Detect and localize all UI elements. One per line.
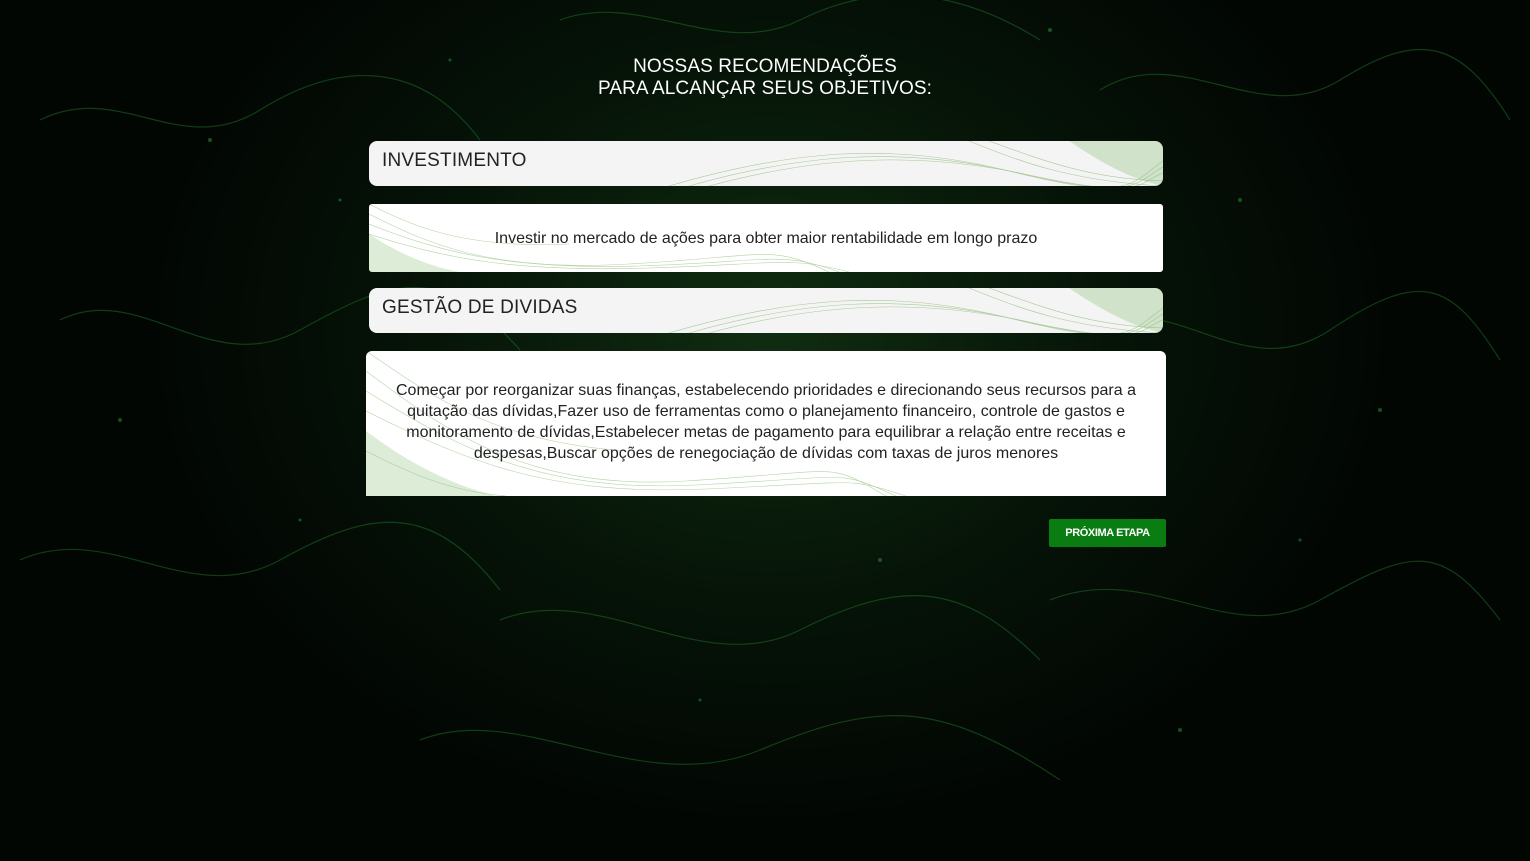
next-step-button[interactable]: PRÓXIMA ETAPA [1049, 519, 1166, 547]
recommendation-text-investimento: Investir no mercado de ações para obter … [369, 204, 1163, 272]
recommendation-heading-gestao-de-dividas: GESTÃO DE DIVIDAS [369, 288, 1163, 333]
recommendation-heading-label: INVESTIMENTO [382, 150, 527, 171]
page-title: NOSSAS RECOMENDAÇÕES PARA ALCANÇAR SEUS … [465, 56, 1065, 100]
page-title-line-1: NOSSAS RECOMENDAÇÕES [633, 56, 897, 77]
page-title-line-2: PARA ALCANÇAR SEUS OBJETIVOS: [597, 78, 933, 99]
recommendation-text-gestao-de-dividas: Começar por reorganizar suas finanças, e… [366, 351, 1166, 496]
recommendation-heading-label: GESTÃO DE DIVIDAS [382, 297, 578, 318]
recommendation-text: Começar por reorganizar suas finanças, e… [396, 382, 1136, 462]
recommendation-text: Investir no mercado de ações para obter … [494, 229, 1038, 247]
recommendation-heading-investimento: INVESTIMENTO [369, 141, 1163, 186]
